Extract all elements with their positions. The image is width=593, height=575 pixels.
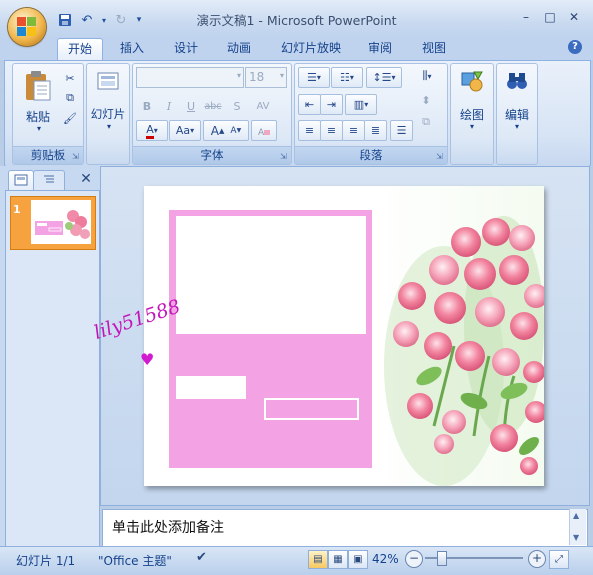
office-logo-icon xyxy=(17,17,37,37)
paragraph-group-label: 段落 xyxy=(295,146,447,164)
font-name-select[interactable]: ▾ xyxy=(136,67,244,88)
slide-counter: 幻灯片 1/1 xyxy=(16,554,76,568)
paste-icon xyxy=(26,71,51,101)
fit-to-window-button[interactable]: ⤢ xyxy=(549,550,569,569)
font-size-change-group: A ▲ A ▼ xyxy=(203,120,249,141)
align-right-button[interactable]: ≡ xyxy=(342,120,365,141)
notes-scrollbar[interactable]: ▲ ▼ xyxy=(569,509,586,545)
tab-view[interactable]: 视图 xyxy=(414,38,454,60)
font-group: ▾ 18 ▾ B I U abc S AV A ▾ Aa ▾ A ▲ A ▼ A 字体 … xyxy=(132,63,292,165)
new-slide-button[interactable]: 幻灯片 ▾ xyxy=(89,68,127,131)
editing-label: 编辑 xyxy=(504,108,529,122)
theme-name[interactable]: "Office 主题" xyxy=(98,552,172,569)
drawing-group: 绘图 ▾ xyxy=(450,63,494,165)
editing-group: 编辑 ▾ xyxy=(496,63,538,165)
increase-indent-button[interactable]: ⇥ xyxy=(320,94,343,115)
notes-placeholder[interactable]: 单击此处添加备注 xyxy=(112,517,224,537)
font-size-value: 18 xyxy=(249,70,265,84)
slide-thumbnail-number: 1 xyxy=(13,203,21,216)
editing-button[interactable]: 编辑 ▾ xyxy=(498,68,536,132)
bold-button[interactable]: B xyxy=(136,96,158,116)
tab-home[interactable]: 开始 xyxy=(57,38,103,61)
slides-group: 幻灯片 ▾ xyxy=(86,63,130,165)
new-slide-icon xyxy=(97,72,119,90)
binoculars-icon xyxy=(507,73,527,89)
tab-design[interactable]: 设计 xyxy=(166,38,206,60)
paragraph-group: ☰ ▾ ☷ ▾ ↕☰ ▾ ⫼ ▾ ⇤ ⇥ ▥ ▾ ⬍ ≡ ≡ ≡ ≣ ☰ ⧉ 段落 ⇲ xyxy=(294,63,448,165)
tab-animation[interactable]: 动画 xyxy=(219,38,259,60)
clear-formatting-icon[interactable]: A xyxy=(251,120,277,141)
outline-tab[interactable] xyxy=(33,170,65,190)
format-painter-icon[interactable]: 🖌 xyxy=(59,108,81,128)
window-title: 演示文稿1 - Microsoft PowerPoint xyxy=(196,13,397,28)
paragraph-launcher-icon[interactable]: ⇲ xyxy=(436,152,445,161)
font-color-label: A xyxy=(146,123,154,139)
italic-button[interactable]: I xyxy=(158,96,180,116)
editing-dropdown-icon: ▾ xyxy=(514,122,519,131)
slideshow-view-button[interactable]: ▣ xyxy=(348,550,368,569)
font-group-label: 字体 xyxy=(133,146,291,164)
font-launcher-icon[interactable]: ⇲ xyxy=(280,152,289,161)
strikethrough-button[interactable]: abc xyxy=(202,96,224,116)
shadow-button[interactable]: S xyxy=(226,96,248,116)
white-placeholder-box[interactable] xyxy=(176,216,366,334)
paste-button[interactable]: 粘贴 ▾ xyxy=(21,68,55,133)
status-bar xyxy=(0,546,593,575)
numbering-button[interactable]: ☷ ▾ xyxy=(331,67,363,88)
svg-text:A: A xyxy=(258,128,265,137)
drawing-label: 绘图 xyxy=(459,108,484,122)
cut-icon[interactable]: ✂ xyxy=(59,68,81,88)
text-direction-icon[interactable]: ⫼ ▾ xyxy=(413,66,441,86)
drawing-button[interactable]: 绘图 ▾ xyxy=(453,68,491,132)
clipboard-group: 粘贴 ▾ ✂ ⧉ 🖌 剪贴板 ⇲ xyxy=(12,63,84,165)
normal-view-button[interactable]: ▤ xyxy=(308,550,328,569)
zoom-slider-thumb[interactable] xyxy=(437,551,447,566)
char-spacing-button[interactable]: AV xyxy=(248,96,278,116)
close-button[interactable]: ✕ xyxy=(560,8,588,26)
zoom-in-button[interactable]: + xyxy=(528,550,546,568)
distributed-button[interactable]: ☰ xyxy=(390,120,413,141)
slide-sorter-view-button[interactable]: ▦ xyxy=(328,550,348,569)
outlined-label-box[interactable] xyxy=(264,398,359,420)
decrease-indent-button[interactable]: ⇤ xyxy=(298,94,321,115)
grow-font-button[interactable]: A xyxy=(211,124,219,138)
font-color-button[interactable]: A ▾ xyxy=(136,120,168,141)
new-slide-dropdown-icon: ▾ xyxy=(106,122,111,131)
help-icon[interactable]: ? xyxy=(568,40,582,54)
underline-button[interactable]: U xyxy=(180,96,202,116)
office-button[interactable] xyxy=(8,8,46,46)
zoom-out-button[interactable]: − xyxy=(405,550,423,568)
align-left-button[interactable]: ≡ xyxy=(298,120,321,141)
heart-icon: ♥ xyxy=(140,350,155,369)
smartart-icon[interactable]: ⧉ xyxy=(415,112,437,132)
shapes-icon xyxy=(461,71,483,92)
align-text-icon[interactable]: ⬍ xyxy=(415,90,437,110)
tab-insert[interactable]: 插入 xyxy=(112,38,152,60)
tab-review[interactable]: 审阅 xyxy=(360,38,400,60)
drawing-dropdown-icon: ▾ xyxy=(469,122,474,131)
columns-button[interactable]: ▥ ▾ xyxy=(345,94,377,115)
bullets-button[interactable]: ☰ ▾ xyxy=(298,67,330,88)
align-center-button[interactable]: ≡ xyxy=(320,120,343,141)
slides-tab[interactable] xyxy=(8,170,34,190)
slide-thumbnail-preview xyxy=(31,200,91,244)
change-case-label: Aa xyxy=(175,124,191,137)
clipboard-launcher-icon[interactable]: ⇲ xyxy=(72,152,81,161)
font-size-select[interactable]: 18 ▾ xyxy=(245,67,287,88)
small-white-label-box[interactable] xyxy=(176,376,246,399)
line-spacing-button[interactable]: ↕☰ ▾ xyxy=(366,67,402,88)
slides-pane-close-button[interactable]: ✕ xyxy=(78,170,94,188)
zoom-level[interactable]: 42% xyxy=(372,552,399,566)
paste-label: 粘贴 xyxy=(25,110,50,124)
change-case-button[interactable]: Aa ▾ xyxy=(169,120,201,141)
new-slide-label: 幻灯片 xyxy=(90,107,126,121)
justify-button[interactable]: ≣ xyxy=(364,120,387,141)
spellcheck-icon[interactable]: ✔ xyxy=(196,550,207,565)
copy-icon[interactable]: ⧉ xyxy=(59,88,81,108)
paste-dropdown-icon: ▾ xyxy=(36,124,41,133)
tab-slideshow[interactable]: 幻灯片放映 xyxy=(275,38,347,60)
